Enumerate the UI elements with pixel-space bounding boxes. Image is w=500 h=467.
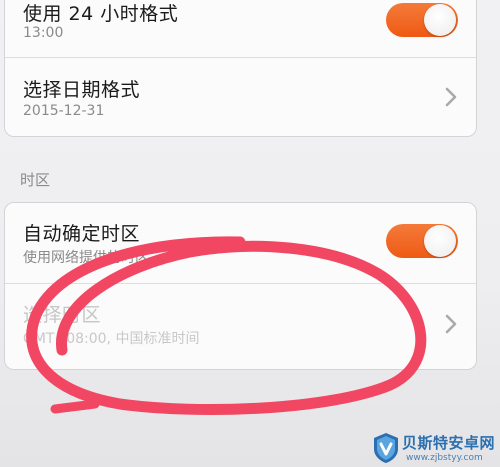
auto-timezone-description: 使用网络提供的时区	[23, 250, 149, 266]
chevron-right-icon	[445, 314, 457, 334]
use-24-hour-label: 使用 24 小时格式	[23, 3, 179, 25]
toggle-knob	[424, 225, 456, 257]
select-timezone-label: 选择时区	[23, 304, 102, 326]
timezone-card: 自动确定时区 使用网络提供的时区 选择时区 GMT+08:00, 中国标准时间	[4, 202, 477, 370]
select-timezone-row[interactable]: 选择时区 GMT+08:00, 中国标准时间	[5, 284, 476, 369]
current-time-value: 13:00	[23, 25, 64, 41]
use-24-hour-row[interactable]: 使用 24 小时格式 13:00	[5, 0, 476, 57]
time-settings-card: 使用 24 小时格式 13:00 选择日期格式 2015-12-31	[4, 0, 477, 137]
select-timezone-value: GMT+08:00, 中国标准时间	[23, 331, 200, 347]
auto-timezone-label: 自动确定时区	[23, 223, 141, 245]
chevron-right-icon	[445, 87, 457, 107]
toggle-knob	[424, 4, 456, 36]
watermark-logo-icon	[374, 433, 398, 463]
date-format-row[interactable]: 选择日期格式 2015-12-31	[5, 58, 476, 136]
watermark-name: 贝斯特安卓网	[402, 434, 496, 452]
date-format-label: 选择日期格式	[23, 79, 141, 101]
date-format-value: 2015-12-31	[23, 103, 105, 119]
watermark-url: www.zjbstyy.com	[406, 453, 483, 463]
use-24-hour-toggle[interactable]	[386, 3, 458, 37]
auto-timezone-row[interactable]: 自动确定时区 使用网络提供的时区	[5, 203, 476, 283]
auto-timezone-toggle[interactable]	[386, 224, 458, 258]
timezone-section-header: 时区	[20, 171, 51, 189]
watermark: 贝斯特安卓网 www.zjbstyy.com	[372, 430, 500, 467]
